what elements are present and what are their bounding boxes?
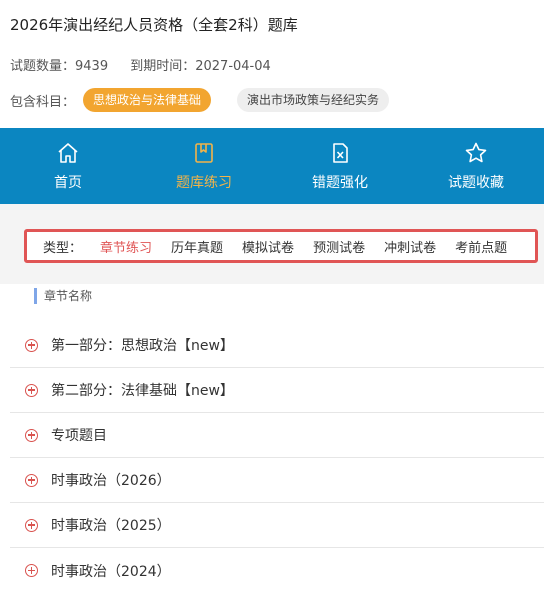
expand-plus-icon[interactable] bbox=[25, 383, 38, 397]
tab-sprint-exams[interactable]: 冲刺试卷 bbox=[384, 237, 436, 256]
expiry-date: 到期时间：2027-04-04 bbox=[130, 59, 271, 74]
expand-plus-icon[interactable] bbox=[25, 518, 38, 532]
nav-question-bank[interactable]: 题库练习 bbox=[136, 128, 272, 204]
type-label: 类型： bbox=[43, 240, 83, 256]
tab-pre-exam-points[interactable]: 考前点题 bbox=[455, 237, 507, 256]
nav-wrong-questions-label: 错题强化 bbox=[312, 174, 368, 191]
error-doc-icon bbox=[333, 142, 348, 163]
subjects-row: 包含科目： 思想政治与法律基础 演出市场政策与经纪实务 bbox=[10, 88, 415, 112]
main-nav: 首页 题库练习 错题强化 试题收藏 bbox=[0, 128, 544, 204]
bookmark-book-icon bbox=[195, 142, 213, 163]
chapter-label: 专项题目 bbox=[51, 428, 107, 444]
expand-plus-icon[interactable] bbox=[25, 338, 38, 352]
nav-home-label: 首页 bbox=[54, 174, 82, 191]
nav-question-bank-label: 题库练习 bbox=[176, 174, 232, 191]
chapter-row[interactable]: 时事政治（2024） bbox=[10, 548, 544, 593]
section-title: 章节名称 bbox=[34, 288, 92, 304]
tab-past-exams[interactable]: 历年真题 bbox=[171, 237, 223, 256]
page-title: 2026年演出经纪人员资格（全套2科）题库 bbox=[10, 16, 298, 34]
question-count: 试题数量：9439 bbox=[10, 59, 109, 74]
expand-plus-icon[interactable] bbox=[25, 473, 38, 487]
tab-predict-exams[interactable]: 预测试卷 bbox=[313, 237, 365, 256]
home-icon bbox=[58, 142, 78, 163]
expand-plus-icon[interactable] bbox=[25, 564, 38, 577]
chapter-label: 时事政治（2024） bbox=[51, 563, 171, 580]
subject-chip-politics-law[interactable]: 思想政治与法律基础 bbox=[83, 88, 212, 112]
tab-chapter-practice[interactable]: 章节练习 bbox=[100, 237, 152, 256]
chapter-list: 第一部分：思想政治【new】 第二部分：法律基础【new】 专项题目 时事政治（… bbox=[10, 323, 544, 593]
chapter-row[interactable]: 时事政治（2025） bbox=[10, 503, 544, 548]
type-filter-bar: 类型： 章节练习 历年真题 模拟试卷 预测试卷 冲刺试卷 考前点题 bbox=[24, 229, 538, 263]
tab-mock-exams[interactable]: 模拟试卷 bbox=[242, 237, 294, 256]
subject-chip-market-practice[interactable]: 演出市场政策与经纪实务 bbox=[237, 88, 390, 112]
meta-row: 试题数量：9439 到期时间：2027-04-04 bbox=[10, 55, 289, 74]
chapter-label: 时事政治（2025） bbox=[51, 518, 171, 534]
nav-home[interactable]: 首页 bbox=[0, 128, 136, 204]
chapter-label: 第二部分：法律基础【new】 bbox=[51, 383, 234, 399]
chapter-row[interactable]: 第二部分：法律基础【new】 bbox=[10, 368, 544, 413]
chapter-row[interactable]: 专项题目 bbox=[10, 413, 544, 458]
expand-plus-icon[interactable] bbox=[25, 428, 38, 442]
nav-wrong-questions[interactable]: 错题强化 bbox=[272, 128, 408, 204]
chapter-label: 时事政治（2026） bbox=[51, 473, 171, 489]
star-icon bbox=[465, 142, 487, 162]
subjects-label: 包含科目： bbox=[10, 94, 76, 110]
nav-favorites[interactable]: 试题收藏 bbox=[408, 128, 544, 204]
chapter-label: 第一部分：思想政治【new】 bbox=[51, 338, 234, 354]
chapter-row[interactable]: 第一部分：思想政治【new】 bbox=[10, 323, 544, 368]
nav-favorites-label: 试题收藏 bbox=[448, 174, 504, 191]
chapter-row[interactable]: 时事政治（2026） bbox=[10, 458, 544, 503]
